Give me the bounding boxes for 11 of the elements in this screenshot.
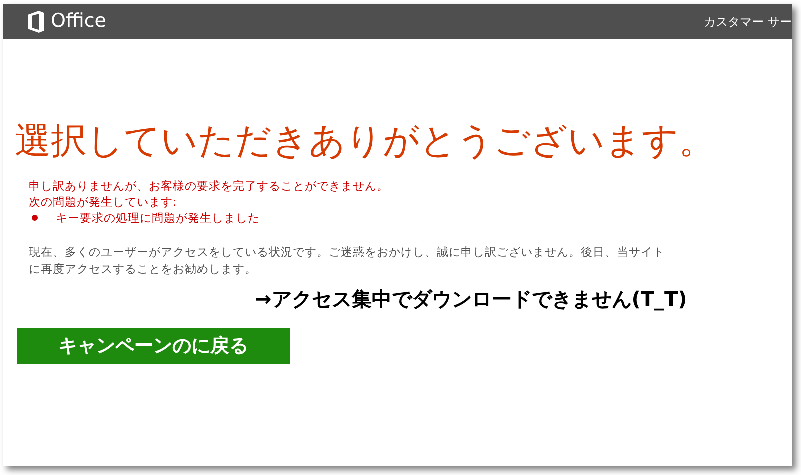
error-text: 申し訳ありませんが、お客様の要求を完了することができません。 (29, 178, 390, 194)
error-text: 次の問題が発生しています: (29, 194, 178, 210)
message-text: 現在、多くのユーザーがアクセスをしている状況です。ご迷惑をおかけし、誠に申し訳ございません。後日、当サイトに再度アクセスすることをお勧めします。 (28, 244, 666, 278)
bullet-icon (32, 215, 38, 221)
error-item: キー要求の処理に問題が発生しました (56, 210, 260, 226)
logo-text: Office (51, 12, 106, 31)
back-to-campaign-button[interactable]: キャンペーンのに戻る (17, 328, 290, 364)
customer-service-link[interactable]: カスタマー サー (704, 12, 792, 30)
office-logo-icon (27, 10, 45, 32)
annotation-text: →アクセス集中でダウンロードできません(T_T) (255, 286, 688, 313)
page-title: 選択していただきありがとうございます。 (15, 120, 716, 164)
